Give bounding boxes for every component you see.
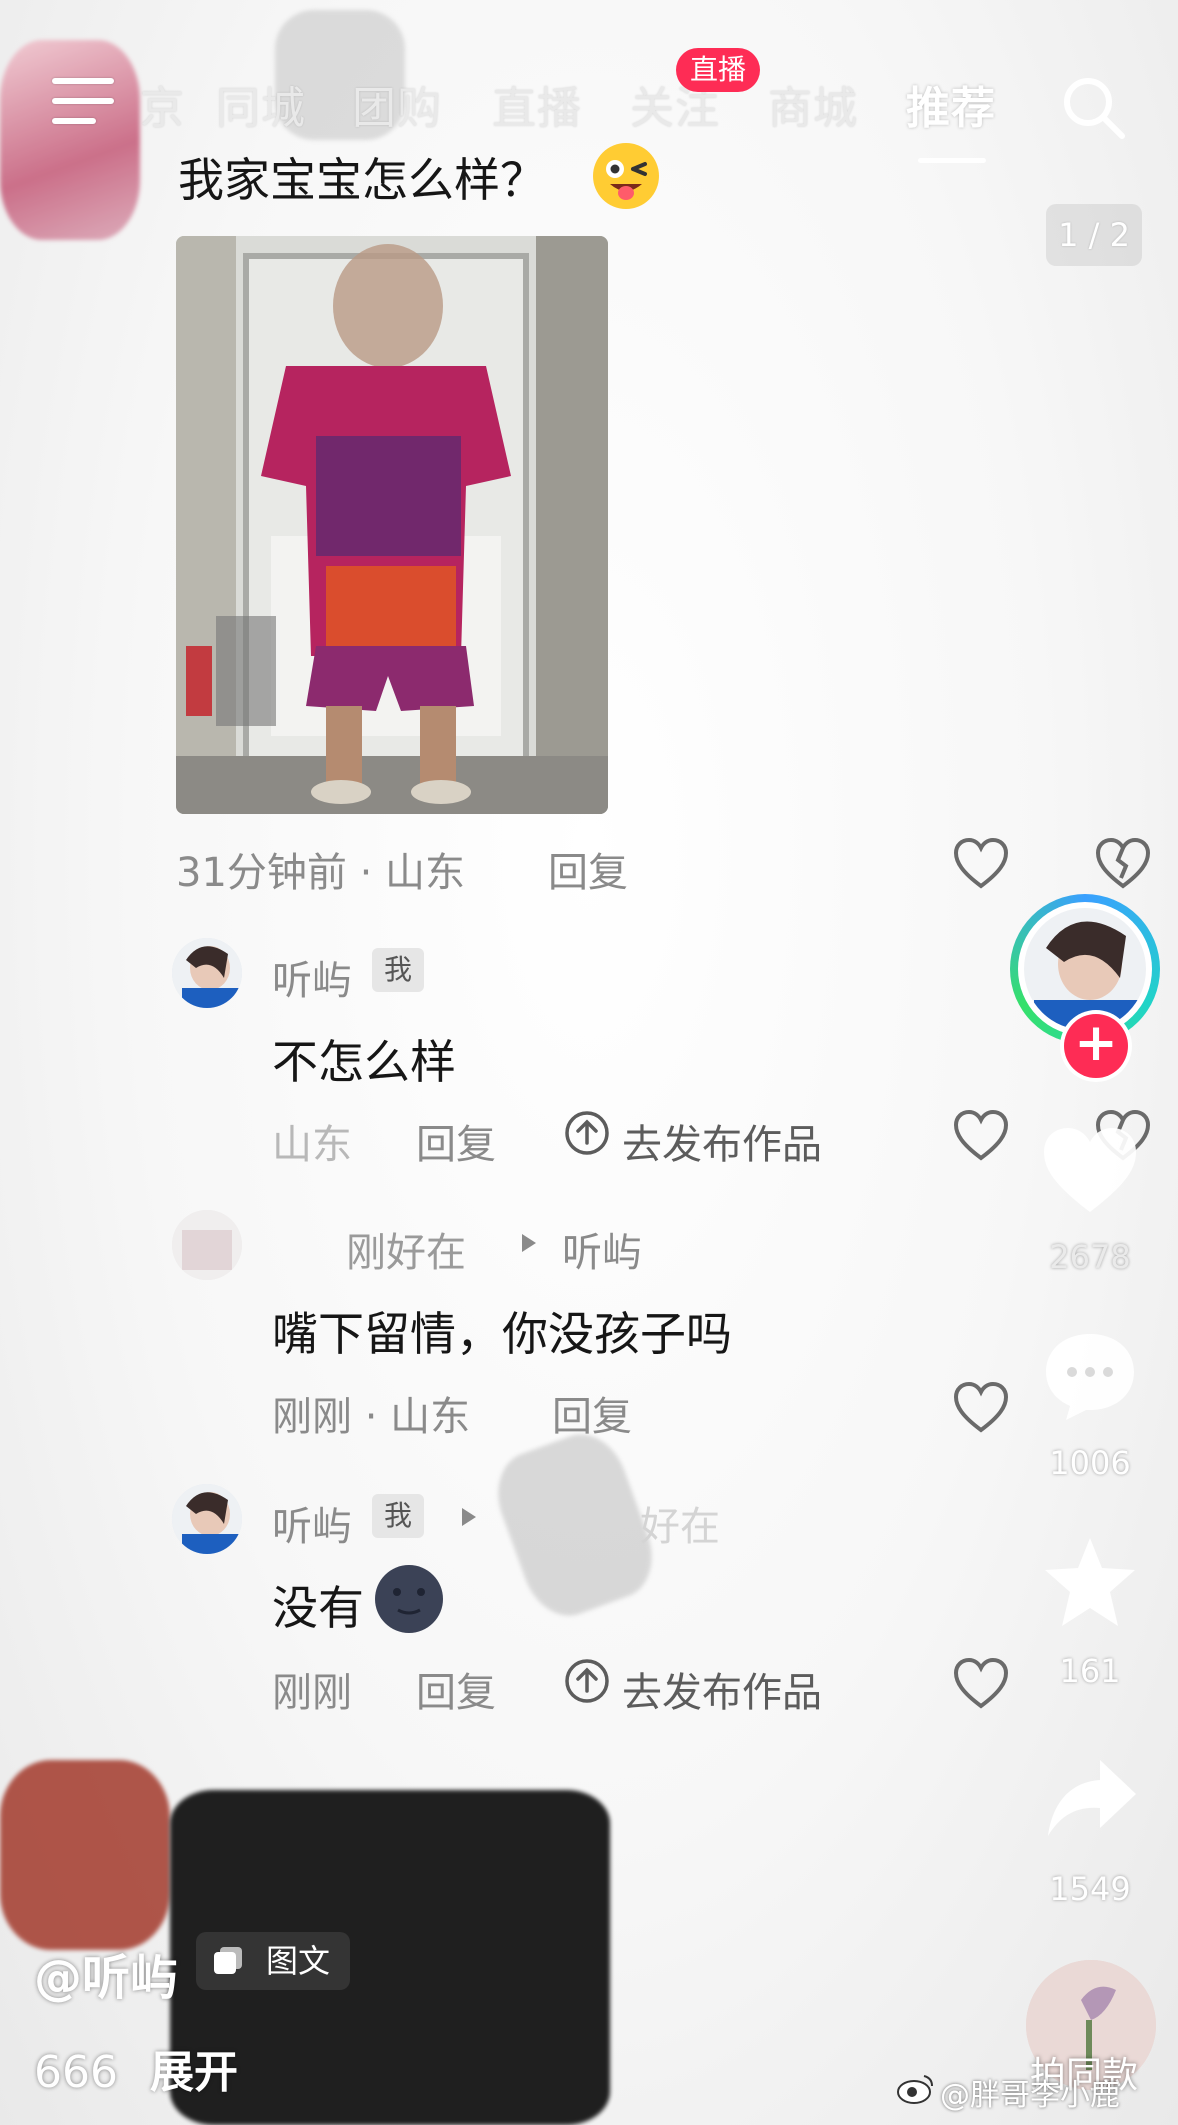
privacy-smudge <box>0 1760 170 1950</box>
upload-circle-icon[interactable] <box>564 1658 610 1704</box>
publish-work-button[interactable]: 去发布作品 <box>622 1660 822 1718</box>
comment-username[interactable]: 刚好在 <box>346 1220 466 1278</box>
like-count: 2678 <box>1049 1238 1131 1276</box>
wink-tongue-emoji-icon <box>593 143 659 209</box>
comment-username[interactable]: 听屿 <box>272 1494 352 1552</box>
avatar[interactable] <box>172 1484 242 1554</box>
comment-text: 没有 <box>272 1581 364 1635</box>
post-photo[interactable] <box>176 236 608 814</box>
image-text-icon <box>214 1947 242 1974</box>
tab-mall[interactable]: 商城 <box>768 72 858 136</box>
favorite-count: 161 <box>1059 1652 1121 1690</box>
weibo-logo-icon <box>897 2075 933 2104</box>
like-heart-icon[interactable] <box>952 1380 1010 1434</box>
comment-count: 1006 <box>1049 1444 1131 1482</box>
top-navigation: 京 同城 团购 直播 关注 直播 商城 推荐 <box>0 0 1178 170</box>
post-meta-time: 31分钟前 · 山东 <box>176 850 466 896</box>
reply-to-username[interactable]: 听屿 <box>562 1220 642 1278</box>
comment-username[interactable]: 听屿 <box>272 948 352 1006</box>
like-heart-icon[interactable] <box>1040 1124 1140 1216</box>
me-tag: 我 <box>372 1494 425 1538</box>
comment-reply-button[interactable]: 回复 <box>416 1660 496 1718</box>
follow-button[interactable]: + <box>1064 1014 1128 1078</box>
comment-reply-button[interactable]: 回复 <box>552 1384 632 1442</box>
comment-reply-button[interactable]: 回复 <box>416 1112 496 1170</box>
post-type-label: 图文 <box>266 1942 331 1980</box>
avatar[interactable] <box>172 1210 242 1280</box>
favorite-star-icon[interactable] <box>1040 1534 1140 1630</box>
comment-bubble-icon[interactable] <box>1040 1328 1140 1424</box>
post-reply-button[interactable]: 回复 <box>548 840 628 898</box>
watermark: @胖哥李小鹿 <box>940 2078 1120 2113</box>
like-heart-icon[interactable] <box>952 836 1010 890</box>
caption-expand[interactable]: 666 展开 <box>34 2036 238 2100</box>
post-title: 我家宝宝怎么样？ <box>178 153 546 207</box>
reply-arrow-icon <box>522 1234 536 1252</box>
comment-meta-time: 刚刚 <box>272 1670 352 1716</box>
tab-groupbuy[interactable]: 团购 <box>352 72 442 136</box>
upload-circle-icon[interactable] <box>564 1110 610 1156</box>
image-pager: 1 / 2 <box>1046 204 1142 266</box>
search-icon[interactable] <box>1058 72 1128 142</box>
comment-meta-location: 山东 <box>272 1122 352 1168</box>
active-tab-indicator <box>918 158 986 163</box>
like-heart-icon[interactable] <box>952 1108 1010 1162</box>
tab-recommend[interactable]: 推荐 <box>906 72 996 136</box>
tab-region[interactable]: 京 <box>140 72 185 136</box>
tab-live[interactable]: 直播 <box>492 72 582 136</box>
hamburger-menu-icon[interactable] <box>52 78 114 124</box>
reply-arrow-icon <box>462 1508 476 1526</box>
author-handle[interactable]: @听屿 <box>34 1938 178 2008</box>
caption-text: 666 <box>34 2047 118 2098</box>
comment-meta-time: 刚刚 · 山东 <box>272 1394 471 1440</box>
live-badge: 直播 <box>676 48 761 92</box>
like-heart-icon[interactable] <box>952 1656 1010 1710</box>
avatar[interactable] <box>172 938 242 1008</box>
comment-text: 不怎么样 <box>272 1035 456 1089</box>
share-arrow-icon[interactable] <box>1044 1756 1140 1840</box>
expand-button[interactable]: 展开 <box>150 2047 238 2098</box>
reply-to-username[interactable]: 好在 <box>640 1494 720 1552</box>
me-tag: 我 <box>372 948 425 992</box>
new-moon-face-emoji-icon <box>375 1565 443 1633</box>
tab-nearby[interactable]: 同城 <box>216 72 306 136</box>
publish-work-button[interactable]: 去发布作品 <box>622 1112 822 1170</box>
post-type-chip: 图文 <box>196 1932 350 1990</box>
comment-text: 嘴下留情，你没孩子吗 <box>272 1307 732 1361</box>
dislike-broken-heart-icon[interactable] <box>1094 836 1152 890</box>
share-count: 1549 <box>1049 1870 1131 1908</box>
